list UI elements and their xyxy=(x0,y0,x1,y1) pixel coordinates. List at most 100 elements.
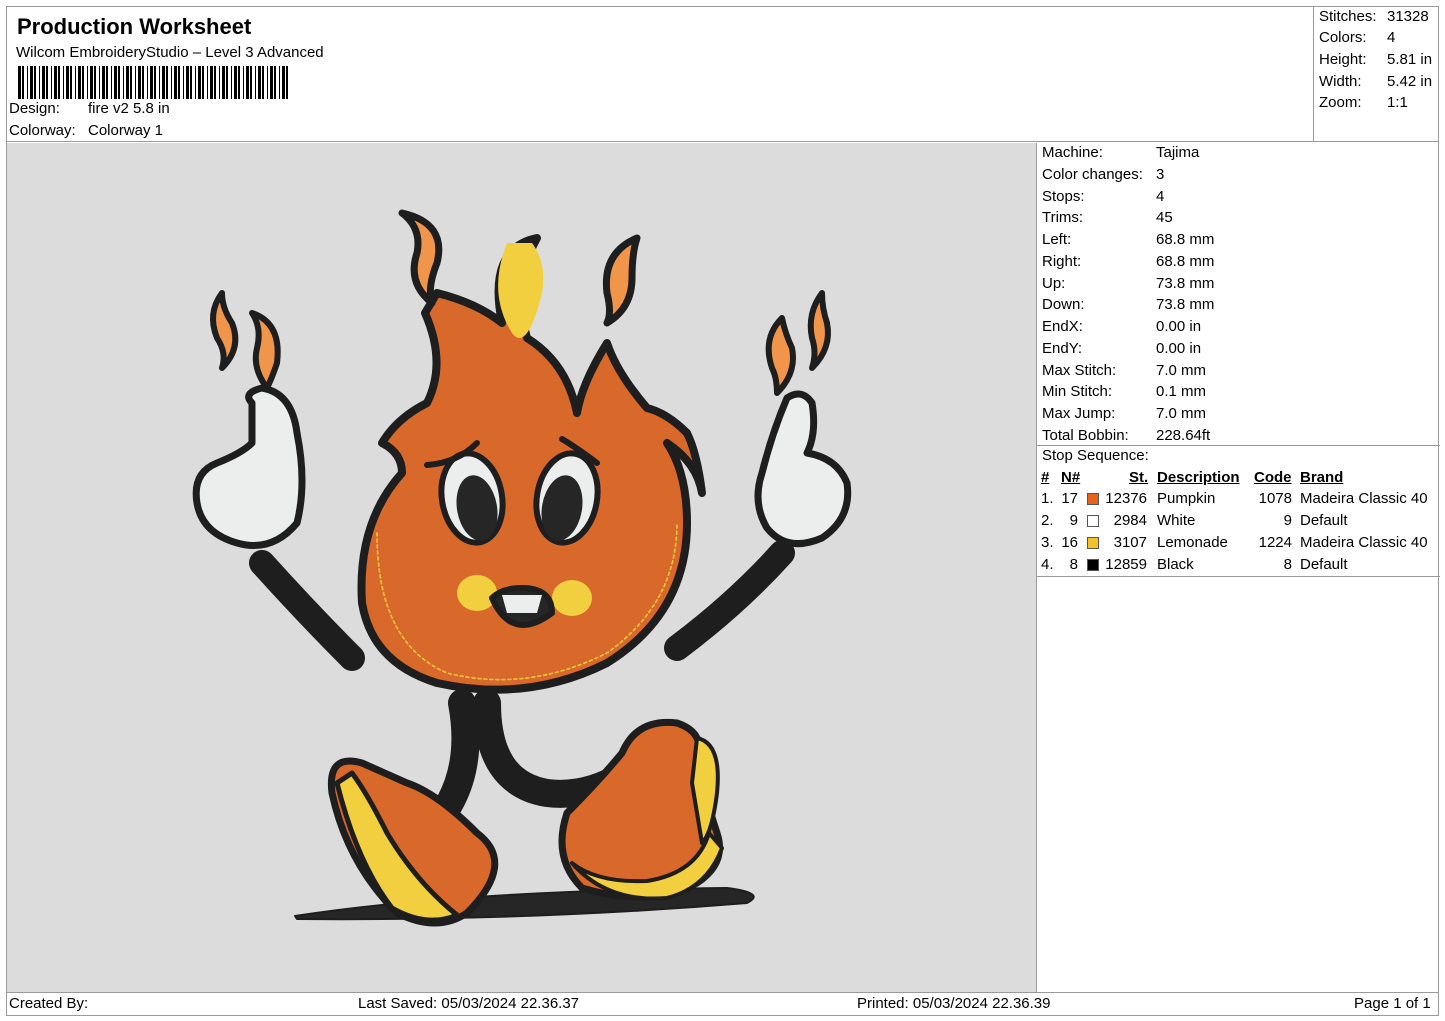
barcode-bar xyxy=(123,66,124,99)
machine-row-label: Min Stitch: xyxy=(1042,383,1113,401)
barcode-bar xyxy=(238,66,240,99)
stitch-count: 3107 xyxy=(1113,534,1147,551)
barcode-bar xyxy=(171,66,172,99)
col-stitches: St. xyxy=(1129,469,1149,486)
thread-description: Lemonade xyxy=(1157,534,1228,551)
barcode-bar xyxy=(274,66,276,99)
barcode-bar xyxy=(46,66,48,99)
flame-wisp-1 xyxy=(398,209,443,307)
barcode-bar xyxy=(138,66,141,99)
machine-row-label: Trims: xyxy=(1042,209,1084,227)
machine-row-label: Down: xyxy=(1042,296,1085,314)
barcode-bar xyxy=(87,66,88,99)
barcode-bar xyxy=(34,66,36,99)
thread-description: Pumpkin xyxy=(1157,490,1216,507)
needle-number: 16 xyxy=(1061,534,1078,551)
barcode-bar xyxy=(90,66,93,99)
machine-row-label: Max Stitch: xyxy=(1042,361,1117,379)
barcode-bar xyxy=(198,66,201,99)
machine-row-value: 73.8 mm xyxy=(1156,296,1215,314)
barcode-bar xyxy=(142,66,144,99)
stitch-count: 2984 xyxy=(1113,512,1147,529)
fire-mascot-embroidery xyxy=(192,209,852,927)
printed-date: Printed: 05/03/2024 22.36.39 xyxy=(857,995,1051,1012)
barcode-bar xyxy=(166,66,168,99)
machine-row-value: 4 xyxy=(1156,187,1165,205)
barcode-bar xyxy=(58,66,60,99)
barcode-bar xyxy=(231,66,232,99)
barcode-bar xyxy=(42,66,45,99)
barcode-bar xyxy=(246,66,249,99)
flame-wisp-4 xyxy=(249,310,281,391)
machine-row-value: 0.00 in xyxy=(1156,339,1202,357)
barcode-bar xyxy=(111,66,112,99)
barcode-bar xyxy=(178,66,180,99)
stitch-count: 12376 xyxy=(1105,490,1147,507)
flame-wisp-5 xyxy=(765,315,796,396)
machine-row-label: Color changes: xyxy=(1042,165,1143,183)
barcode-bar xyxy=(159,66,160,99)
design-preview xyxy=(7,143,1036,992)
thread-brand: Default xyxy=(1300,512,1348,529)
machine-row-value: Tajima xyxy=(1156,144,1200,161)
thread-description: Black xyxy=(1157,556,1194,573)
barcode-bar xyxy=(226,66,228,99)
col-needle: N# xyxy=(1061,469,1081,486)
machine-row-label: Up: xyxy=(1042,274,1066,292)
divider xyxy=(1037,576,1440,577)
barcode-bar xyxy=(282,66,285,99)
left-cheek xyxy=(457,575,497,611)
worksheet-header: Production Worksheet Wilcom EmbroiderySt… xyxy=(6,6,1314,142)
software-name: Wilcom EmbroideryStudio – Level 3 Advanc… xyxy=(16,44,324,61)
machine-row-label: Total Bobbin: xyxy=(1042,426,1129,444)
machine-row-label: EndX: xyxy=(1042,318,1083,335)
thread-color-swatch xyxy=(1087,493,1099,505)
barcode-bar xyxy=(267,66,268,99)
machine-row-value: 3 xyxy=(1156,165,1165,183)
barcode-bar xyxy=(51,66,52,99)
worksheet-footer: Created By: Last Saved: 05/03/2024 22.36… xyxy=(6,992,1439,1016)
machine-row-value: 73.8 mm xyxy=(1156,274,1215,292)
barcode-bar xyxy=(82,66,84,99)
colorway-label: Colorway: xyxy=(9,122,76,139)
col-description: Description xyxy=(1157,469,1240,486)
needle-number: 17 xyxy=(1061,490,1078,507)
design-row: Design: fire v2 5.8 in xyxy=(9,100,170,117)
barcode-bar xyxy=(39,66,40,99)
machine-row-value: 7.0 mm xyxy=(1156,405,1207,422)
thread-color-swatch xyxy=(1087,559,1099,571)
barcode-bar xyxy=(94,66,96,99)
machine-row-label: EndY: xyxy=(1042,339,1083,357)
barcode-bar xyxy=(102,66,105,99)
thread-color-swatch xyxy=(1087,515,1099,527)
stats-panel: Stitches: 31328 Colors: 4 Height: 5.81 i… xyxy=(1314,6,1439,142)
thread-code: 1078 xyxy=(1258,490,1292,507)
thread-description: White xyxy=(1157,512,1196,529)
barcode-bar xyxy=(195,66,196,99)
barcode-bar xyxy=(234,66,237,99)
barcode-bar xyxy=(99,66,100,99)
thread-color-swatch xyxy=(1087,537,1099,549)
stitch-count: 12859 xyxy=(1105,556,1147,573)
thread-brand: Madeira Classic 40 xyxy=(1300,490,1428,507)
flame-wisp-3 xyxy=(210,290,239,371)
right-glove xyxy=(754,390,852,548)
barcode-bar xyxy=(210,66,213,99)
barcode-bar xyxy=(75,66,76,99)
barcode-bar xyxy=(30,66,33,99)
thread-code: 1224 xyxy=(1258,534,1292,551)
barcode-bar xyxy=(186,66,189,99)
colorway-row: Colorway: Colorway 1 xyxy=(9,122,163,139)
page-title: Production Worksheet xyxy=(17,14,252,39)
barcode-bar xyxy=(63,66,64,99)
width-label: Width: xyxy=(1319,73,1362,90)
barcode-bar xyxy=(130,66,132,99)
barcode-bar xyxy=(262,66,264,99)
barcode-bar xyxy=(255,66,256,99)
stitches-value: 31328 xyxy=(1387,8,1429,25)
machine-row-value: 45 xyxy=(1156,209,1173,227)
barcode-bar xyxy=(202,66,204,99)
design-value: fire v2 5.8 in xyxy=(88,100,170,117)
last-saved: Last Saved: 05/03/2024 22.36.37 xyxy=(358,995,580,1012)
stop-sequence-title: Stop Sequence: xyxy=(1042,447,1149,464)
